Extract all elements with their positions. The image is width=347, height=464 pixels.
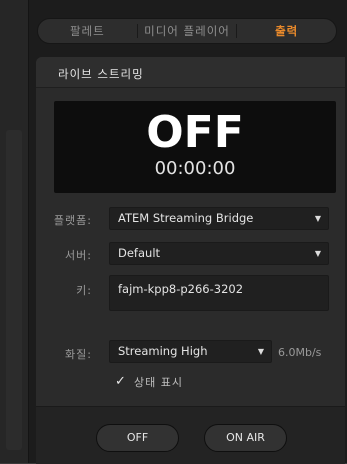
- window: 팔레트 미디어 플레이어 출력 라이브 스트리밍 OFF 00:00:00 플랫…: [0, 0, 347, 464]
- platform-label: 플랫폼:: [53, 214, 92, 227]
- stream-status-text: OFF: [146, 107, 244, 158]
- off-button[interactable]: OFF: [96, 424, 179, 452]
- key-label: 키:: [76, 284, 92, 297]
- button-bar: OFF ON AIR: [36, 406, 345, 464]
- checkmark-icon: ✓: [115, 374, 126, 389]
- quality-label: 화질:: [65, 348, 92, 361]
- bitrate-readout: 6.0Mb/s: [278, 346, 322, 359]
- on-air-button[interactable]: ON AIR: [204, 424, 287, 452]
- quality-value: Streaming High: [118, 344, 208, 358]
- tab-palette[interactable]: 팔레트: [38, 19, 137, 43]
- tab-bar: 팔레트 미디어 플레이어 출력: [37, 18, 337, 44]
- status-display-checkbox[interactable]: ✓ 상태 표시: [115, 374, 183, 390]
- quality-select[interactable]: Streaming High ▼: [109, 340, 272, 363]
- server-label: 서버:: [65, 249, 92, 262]
- panel-title: 라이브 스트리밍: [58, 67, 144, 81]
- side-strip: [0, 0, 29, 463]
- side-strip-groove: [6, 130, 22, 450]
- platform-value: ATEM Streaming Bridge: [118, 211, 254, 225]
- stream-status-display: OFF 00:00:00: [54, 101, 336, 193]
- server-select[interactable]: Default ▼: [109, 242, 329, 265]
- stream-key-field[interactable]: fajm-kpp8-p266-3202: [109, 275, 329, 311]
- status-display-label: 상태 표시: [134, 376, 183, 389]
- server-value: Default: [118, 246, 161, 260]
- live-streaming-panel: 라이브 스트리밍 OFF 00:00:00 플랫폼: ATEM Streamin…: [36, 57, 345, 464]
- dropdown-arrow-icon: ▼: [257, 347, 264, 356]
- dropdown-arrow-icon: ▼: [314, 214, 321, 223]
- stream-key-value: fajm-kpp8-p266-3202: [118, 282, 244, 296]
- platform-select[interactable]: ATEM Streaming Bridge ▼: [109, 207, 329, 230]
- dropdown-arrow-icon: ▼: [314, 249, 321, 258]
- stream-timer: 00:00:00: [154, 158, 236, 179]
- panel-header[interactable]: 라이브 스트리밍: [36, 57, 345, 88]
- tab-media-player[interactable]: 미디어 플레이어: [138, 19, 237, 43]
- tab-output[interactable]: 출력: [237, 19, 336, 43]
